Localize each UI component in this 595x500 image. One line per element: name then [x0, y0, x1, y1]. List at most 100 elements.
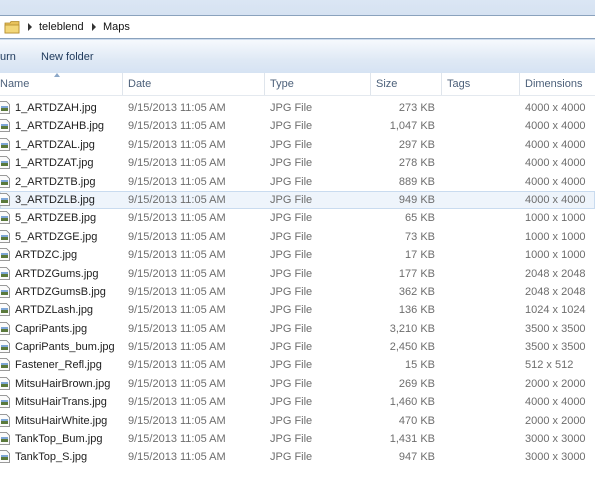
- column-dimensions[interactable]: Dimensions: [525, 78, 582, 90]
- file-name[interactable]: 2_ARTDZTB.jpg: [15, 176, 96, 188]
- file-row[interactable]: ARTDZGums.jpg 9/15/2013 11:05 AM JPG File 1…: [0, 265, 595, 283]
- file-size: 3,210 KB: [389, 322, 435, 335]
- jpg-file-icon: [0, 156, 10, 170]
- file-row[interactable]: TankTop_Bum.jpg 9/15/2013 11:05 AM JPG Fil…: [0, 430, 595, 448]
- column-divider[interactable]: [370, 73, 371, 95]
- file-name[interactable]: 5_ARTDZGE.jpg: [15, 231, 97, 243]
- return-button[interactable]: urn: [0, 51, 16, 63]
- file-name[interactable]: ARTDZC.jpg: [15, 249, 77, 261]
- column-type[interactable]: Type: [270, 78, 294, 90]
- file-size: 17 KB: [405, 249, 435, 262]
- file-row[interactable]: 1_ARTDZAL.jpg 9/15/2013 11:05 AM JPG File 2…: [0, 136, 595, 154]
- file-date: 9/15/2013 11:05 AM: [128, 157, 226, 170]
- file-name[interactable]: CapriPants_bum.jpg: [15, 341, 115, 353]
- file-size: 73 KB: [405, 230, 435, 243]
- file-row[interactable]: 1_ARTDZAHB.jpg 9/15/2013 11:05 AM JPG File…: [0, 117, 595, 135]
- file-date: 9/15/2013 11:05 AM: [128, 267, 226, 280]
- file-row[interactable]: ARTDZC.jpg 9/15/2013 11:05 AM JPG File 17 K…: [0, 246, 595, 264]
- file-size: 1,431 KB: [389, 433, 435, 446]
- file-row[interactable]: ARTDZGumsB.jpg 9/15/2013 11:05 AM JPG File…: [0, 283, 595, 301]
- jpg-file-icon: [0, 193, 10, 206]
- file-row[interactable]: Fastener_Refl.jpg 9/15/2013 11:05 AM JPG F…: [0, 356, 595, 374]
- jpg-file-icon: [0, 303, 10, 317]
- file-date: 9/15/2013 11:05 AM: [128, 304, 226, 317]
- breadcrumb-maps[interactable]: Maps: [103, 21, 130, 33]
- file-type: JPG File: [270, 230, 313, 243]
- jpg-file-icon: [0, 413, 10, 427]
- new-folder-button[interactable]: New folder: [41, 51, 94, 63]
- file-date: 9/15/2013 11:05 AM: [128, 212, 226, 225]
- file-type: JPG File: [270, 396, 313, 409]
- column-name[interactable]: Name: [0, 78, 29, 90]
- file-size: 65 KB: [405, 212, 435, 225]
- file-size: 1,460 KB: [389, 396, 435, 409]
- file-dimensions: 4000 x 4000: [525, 193, 586, 206]
- file-name[interactable]: Fastener_Refl.jpg: [15, 359, 102, 371]
- file-size: 1,047 KB: [389, 120, 435, 133]
- file-row[interactable]: CapriPants.jpg 9/15/2013 11:05 AM JPG File…: [0, 320, 595, 338]
- file-name[interactable]: MitsuHairBrown.jpg: [15, 378, 110, 390]
- file-dimensions: 4000 x 4000: [525, 102, 586, 114]
- file-type: JPG File: [270, 377, 313, 390]
- file-dimensions: 2000 x 2000: [525, 414, 586, 427]
- file-row[interactable]: 2_ARTDZTB.jpg 9/15/2013 11:05 AM JPG File 8…: [0, 173, 595, 191]
- column-divider[interactable]: [122, 73, 123, 95]
- file-date: 9/15/2013 11:05 AM: [128, 396, 226, 409]
- file-date: 9/15/2013 11:05 AM: [128, 414, 226, 427]
- file-name[interactable]: 1_ARTDZAT.jpg: [15, 157, 93, 169]
- file-dimensions: 1000 x 1000: [525, 249, 586, 262]
- column-date[interactable]: Date: [128, 78, 151, 90]
- file-name[interactable]: 1_ARTDZAHB.jpg: [15, 120, 104, 132]
- column-divider[interactable]: [264, 73, 265, 95]
- file-dimensions: 512 x 512: [525, 359, 574, 372]
- file-dimensions: 1000 x 1000: [525, 212, 586, 225]
- file-name[interactable]: MitsuHairWhite.jpg: [15, 415, 107, 427]
- file-row[interactable]: MitsuHairTrans.jpg 9/15/2013 11:05 AM JPG …: [0, 393, 595, 411]
- jpg-file-icon: [0, 137, 10, 151]
- file-name[interactable]: ARTDZGumsB.jpg: [15, 286, 106, 298]
- column-divider[interactable]: [519, 73, 520, 95]
- file-type: JPG File: [270, 120, 313, 133]
- file-date: 9/15/2013 11:05 AM: [128, 433, 226, 446]
- file-dimensions: 3000 x 3000: [525, 433, 586, 446]
- chevron-right-icon[interactable]: [92, 23, 96, 31]
- file-row[interactable]: MitsuHairBrown.jpg 9/15/2013 11:05 AM JPG …: [0, 375, 595, 393]
- file-row[interactable]: ARTDZLash.jpg 9/15/2013 11:05 AM JPG File 1…: [0, 301, 595, 319]
- file-dimensions: 2048 x 2048: [525, 285, 586, 298]
- file-name[interactable]: 1_ARTDZAL.jpg: [15, 139, 95, 151]
- file-dimensions: 3500 x 3500: [525, 341, 586, 354]
- column-tags[interactable]: Tags: [447, 78, 470, 90]
- file-type: JPG File: [270, 341, 313, 354]
- file-row[interactable]: 5_ARTDZEB.jpg 9/15/2013 11:05 AM JPG File 6…: [0, 209, 595, 227]
- column-divider[interactable]: [441, 73, 442, 95]
- column-size[interactable]: Size: [376, 78, 397, 90]
- file-name[interactable]: TankTop_S.jpg: [15, 451, 87, 463]
- file-row[interactable]: 1_ARTDZAT.jpg 9/15/2013 11:05 AM JPG File 2…: [0, 154, 595, 172]
- file-row[interactable]: 3_ARTDZLB.jpg 9/15/2013 11:05 AM JPG File 9…: [0, 190, 595, 210]
- file-row[interactable]: CapriPants_bum.jpg 9/15/2013 11:05 AM JPG …: [0, 338, 595, 356]
- file-row[interactable]: MitsuHairWhite.jpg 9/15/2013 11:05 AM JPG …: [0, 412, 595, 430]
- file-name[interactable]: TankTop_Bum.jpg: [15, 433, 102, 445]
- file-name[interactable]: ARTDZLash.jpg: [15, 304, 93, 316]
- jpg-file-icon: [0, 395, 10, 409]
- file-date: 9/15/2013 11:05 AM: [128, 451, 226, 464]
- file-row[interactable]: TankTop_S.jpg 9/15/2013 11:05 AM JPG File 9…: [0, 448, 595, 466]
- file-row[interactable]: 5_ARTDZGE.jpg 9/15/2013 11:05 AM JPG File 7…: [0, 228, 595, 246]
- file-name[interactable]: 3_ARTDZLB.jpg: [15, 194, 95, 206]
- breadcrumb-teleblend[interactable]: teleblend: [39, 21, 84, 33]
- file-name[interactable]: ARTDZGums.jpg: [15, 268, 99, 280]
- jpg-file-icon: [0, 229, 10, 243]
- file-row[interactable]: 1_ARTDZAH.jpg 9/15/2013 11:05 AM JPG File 2…: [0, 99, 595, 117]
- file-name[interactable]: 5_ARTDZEB.jpg: [15, 212, 96, 224]
- jpg-file-icon: [0, 376, 10, 390]
- file-name[interactable]: 1_ARTDZAH.jpg: [15, 102, 97, 114]
- breadcrumb[interactable]: teleblend Maps: [0, 15, 595, 39]
- file-type: JPG File: [270, 138, 313, 151]
- file-dimensions: 1000 x 1000: [525, 230, 586, 243]
- file-name[interactable]: CapriPants.jpg: [15, 323, 87, 335]
- file-type: JPG File: [270, 359, 313, 372]
- file-name[interactable]: MitsuHairTrans.jpg: [15, 396, 107, 408]
- jpg-file-icon: [0, 101, 10, 114]
- file-dimensions: 2048 x 2048: [525, 267, 586, 280]
- chevron-right-icon[interactable]: [28, 23, 32, 31]
